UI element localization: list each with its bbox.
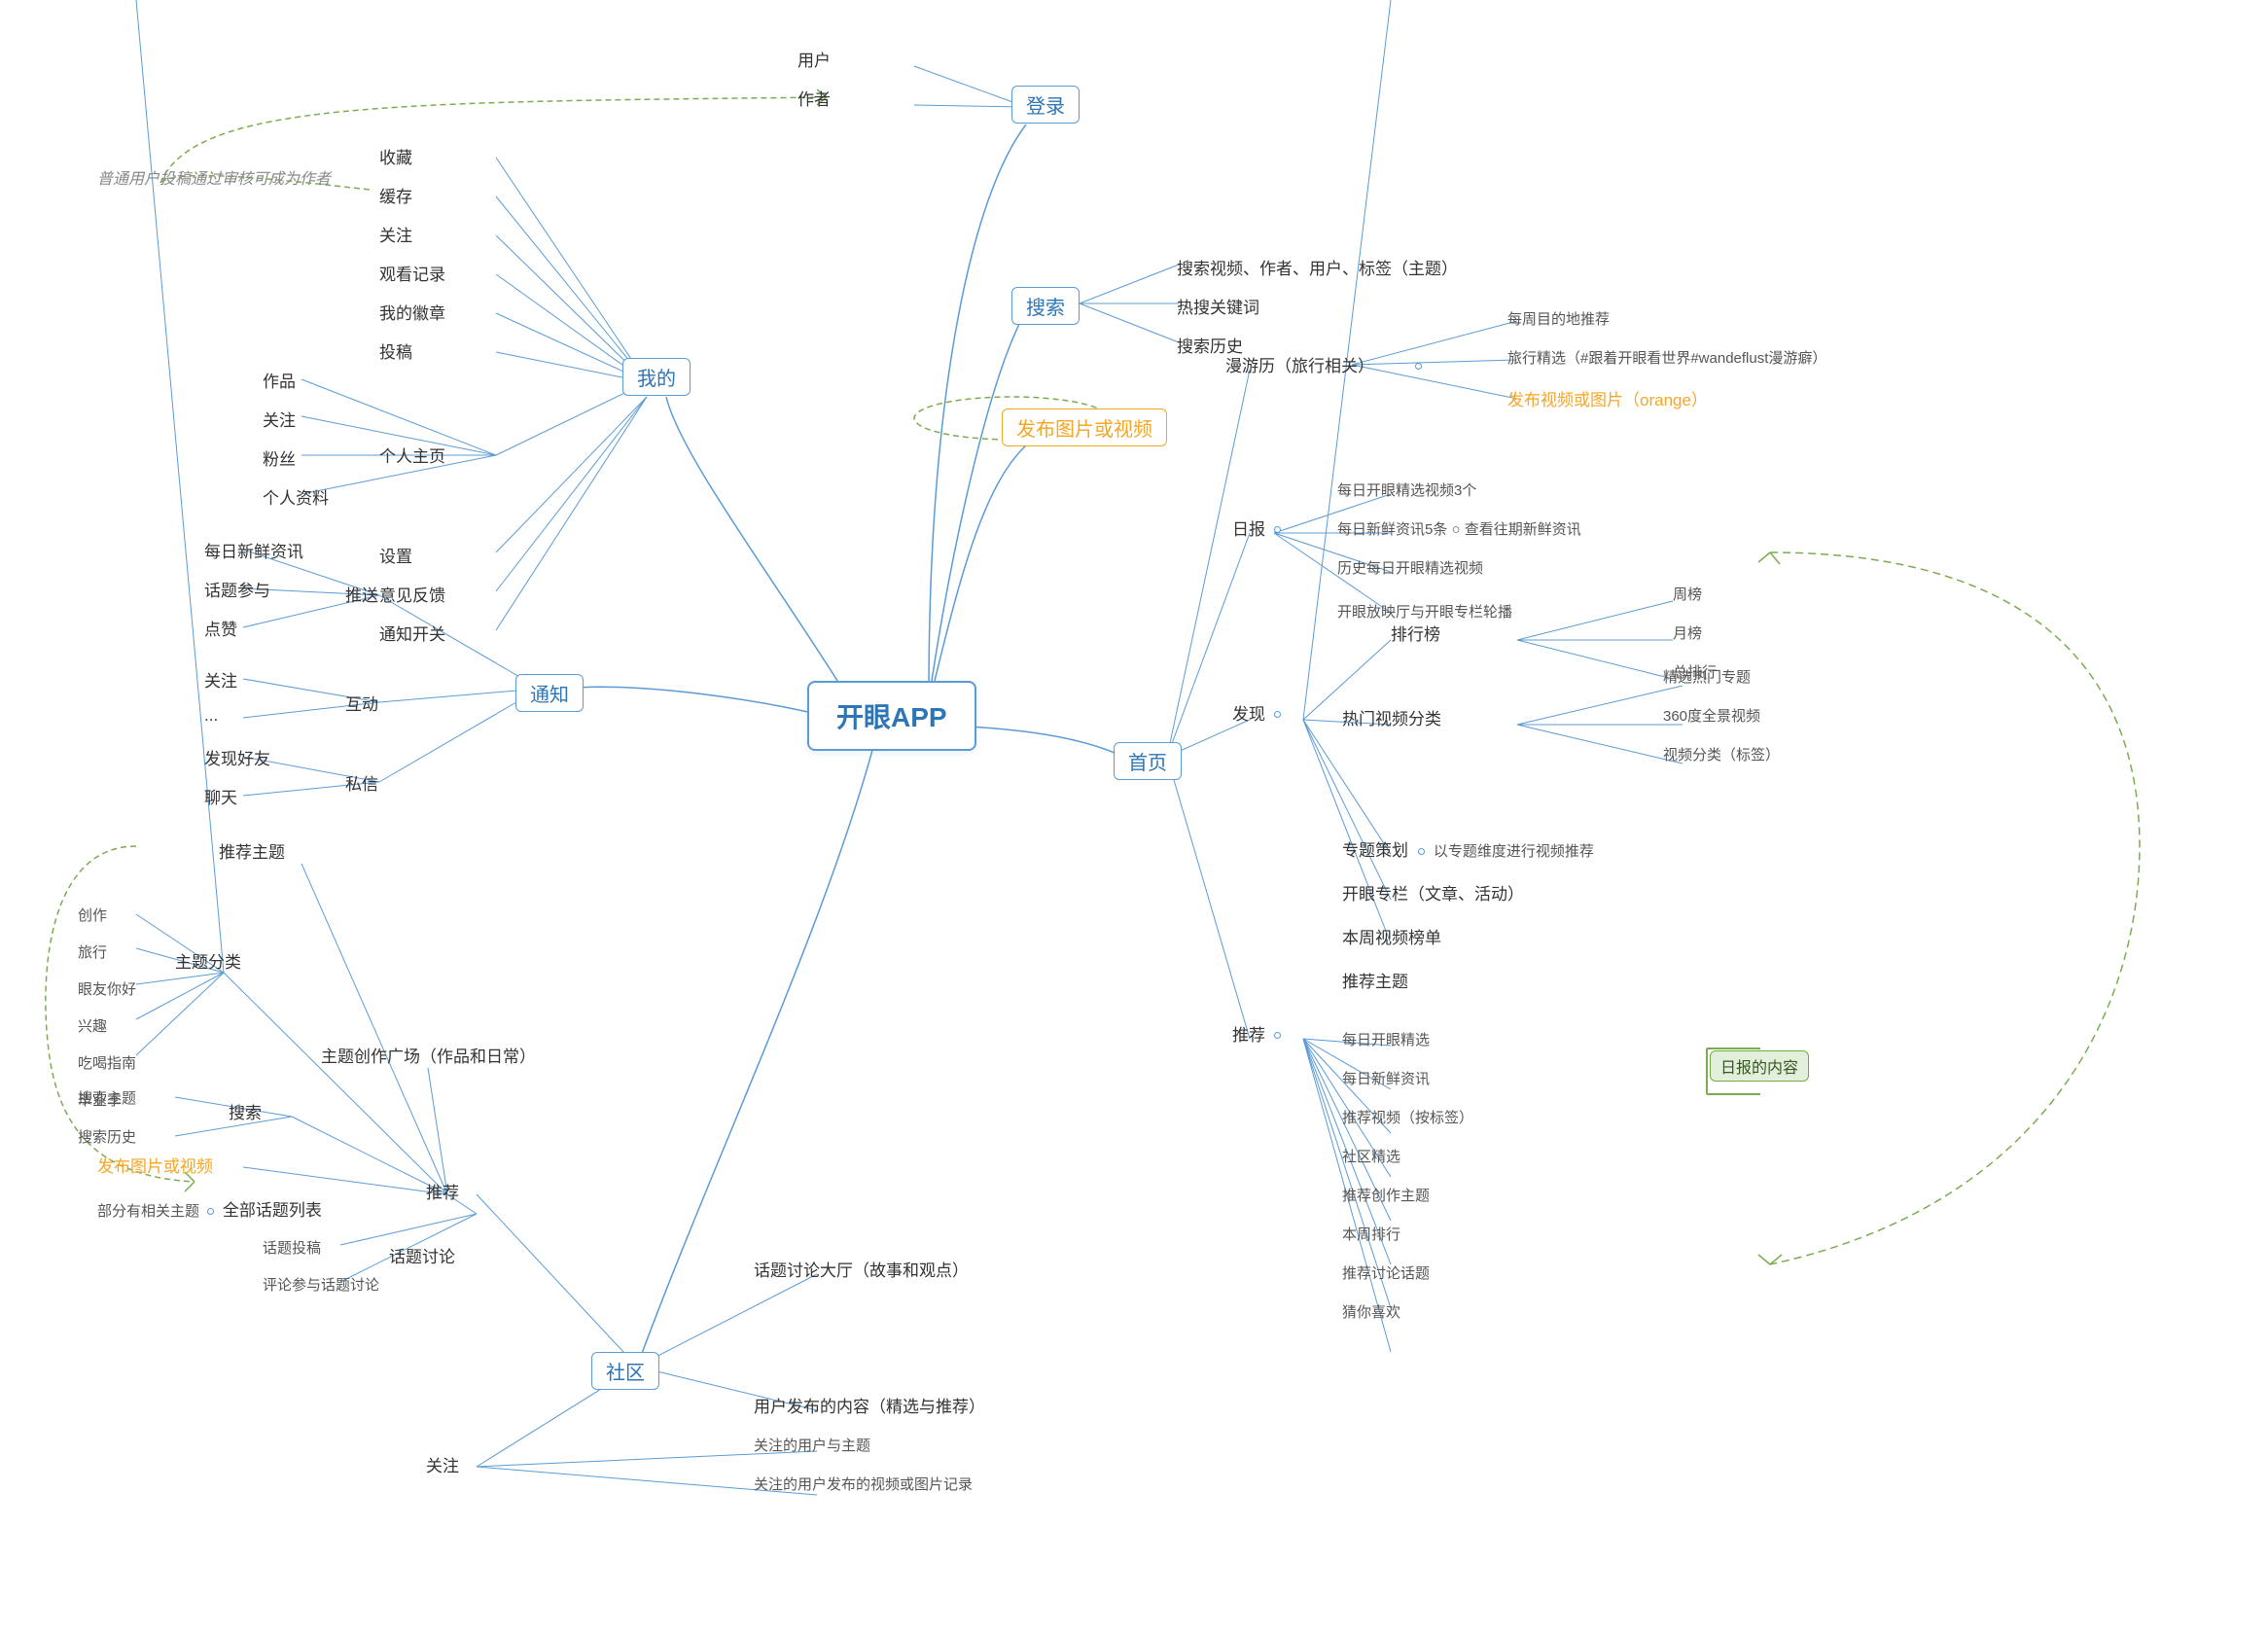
node-discover: 发现 xyxy=(1232,700,1265,725)
node-user: 用户 xyxy=(797,47,831,71)
node-mine: 我的 xyxy=(622,358,691,396)
node-daily-s2: 每日新鲜资讯5条 ○ 查看往期新鲜资讯 xyxy=(1337,518,1581,539)
node-dm: 私信 xyxy=(345,770,378,795)
node-hot-category: 热门视频分类 xyxy=(1342,705,1441,729)
node-settings: 设置 xyxy=(379,543,412,567)
center-node: 开眼APP xyxy=(807,681,976,751)
node-follow: 关注 xyxy=(379,222,412,246)
node-all-topics: 部分有相关主题 全部话题列表 xyxy=(97,1196,322,1221)
node-monthly: 月榜 xyxy=(1673,622,1702,643)
node-notify: 通知 xyxy=(515,674,584,712)
node-theme-s1: 创作 xyxy=(78,905,107,925)
node-left-topic-title: 推荐主题 xyxy=(219,838,285,863)
node-theme-s2: 旅行 xyxy=(78,941,107,962)
node-theme-s3: 眼友你好 xyxy=(78,978,136,999)
node-search: 搜索 xyxy=(1011,287,1080,325)
node-topic-submit: 话题投稿 xyxy=(263,1237,321,1258)
node-topic-discuss: 话题讨论 xyxy=(389,1243,455,1267)
node-comm-search-s1: 搜索主题 xyxy=(78,1087,136,1108)
node-rec-s7: 推荐讨论话题 xyxy=(1342,1262,1430,1283)
node-home: 首页 xyxy=(1114,742,1182,780)
node-push-s3: 点赞 xyxy=(204,616,237,640)
node-rec-s3: 推荐视频（按标签） xyxy=(1342,1107,1473,1127)
node-fans: 粉丝 xyxy=(263,445,296,470)
node-recommend-dot xyxy=(1274,1027,1285,1045)
node-create-plaza: 主题创作广场（作品和日常） xyxy=(321,1043,536,1067)
node-hot-s3: 视频分类（标签） xyxy=(1663,744,1780,764)
node-column: 开眼专栏（文章、活动） xyxy=(1342,880,1524,905)
connections-svg xyxy=(0,0,2268,1634)
node-daily: 日报 xyxy=(1232,515,1265,540)
node-publish1: 发布图片或视频 xyxy=(1002,408,1167,446)
node-theme-category: 主题分类 xyxy=(175,948,241,973)
node-daily-s1: 每日开眼精选视频3个 xyxy=(1337,480,1476,500)
node-rec-s6: 本周排行 xyxy=(1342,1224,1400,1244)
node-collect: 收藏 xyxy=(379,144,412,168)
node-rec-s2: 每日新鲜资讯 xyxy=(1342,1068,1430,1088)
node-push-s1: 每日新鲜资讯 xyxy=(204,538,303,562)
node-push-s2: 话题参与 xyxy=(204,577,270,601)
node-daily-dot xyxy=(1274,521,1285,539)
note-text: 普通用户投稿通过审核可成为作者 xyxy=(97,165,331,189)
node-works: 作品 xyxy=(263,368,296,392)
node-watchhistory: 观看记录 xyxy=(379,261,445,285)
node-hot-s1: 精选热门专题 xyxy=(1663,666,1751,687)
node-login: 登录 xyxy=(1011,86,1080,124)
node-comm-search: 搜索 xyxy=(229,1099,262,1123)
node-topic-hall: 话题讨论大厅（故事和观点） xyxy=(754,1257,969,1281)
daily-badge: 日报的内容 xyxy=(1710,1050,1809,1082)
node-follow2: 关注 xyxy=(263,407,296,431)
node-topic-plan: 专题策划 以专题维度进行视频推荐 xyxy=(1342,836,1594,861)
node-interact-s2: ... xyxy=(204,706,218,726)
node-badge: 我的徽章 xyxy=(379,300,445,324)
node-theme-s4: 兴趣 xyxy=(78,1015,107,1036)
node-travel-s3: 发布视频或图片（orange） xyxy=(1507,386,1708,410)
node-interact: 互动 xyxy=(345,691,378,715)
node-search-c2: 热搜关键词 xyxy=(1177,294,1259,318)
node-recommend: 推荐 xyxy=(1232,1021,1265,1046)
node-notify-toggle: 通知开关 xyxy=(379,621,445,645)
node-dm-s1: 发现好友 xyxy=(204,745,270,769)
node-dm-s2: 聊天 xyxy=(204,784,237,808)
node-daily-s4: 开眼放映厅与开眼专栏轮播 xyxy=(1337,601,1512,622)
node-theme-s5: 吃喝指南 xyxy=(78,1052,136,1073)
node-ranking: 排行榜 xyxy=(1391,621,1440,645)
node-follow-s1: 关注的用户与主题 xyxy=(754,1435,870,1455)
node-topic-comment: 评论参与话题讨论 xyxy=(263,1274,379,1295)
node-discover-dot xyxy=(1274,706,1285,724)
node-daily-s3: 历史每日开眼精选视频 xyxy=(1337,557,1483,578)
node-author: 作者 xyxy=(797,86,831,110)
node-travel-dot xyxy=(1415,358,1426,375)
node-travel-s1: 每周目的地推荐 xyxy=(1507,308,1610,329)
node-comm-search-s2: 搜索历史 xyxy=(78,1126,136,1147)
node-push: 推送 xyxy=(345,582,378,606)
mindmap-canvas: 开眼APP 登录 用户 作者 我的 收藏 缓存 关注 观看记录 我的徽章 投稿 … xyxy=(0,0,2268,1634)
node-interact-s1: 关注 xyxy=(204,667,237,692)
node-weekly: 周榜 xyxy=(1673,584,1702,604)
node-travel-s2: 旅行精选（#跟着开眼看世界#wandeflust漫游癖） xyxy=(1507,347,1826,368)
node-rec-topic: 推荐主题 xyxy=(1342,968,1408,992)
node-community: 社区 xyxy=(591,1352,659,1390)
node-travel: 漫游历（旅行相关） xyxy=(1225,352,1374,376)
node-rec-s1: 每日开眼精选 xyxy=(1342,1029,1430,1049)
node-follow-s2: 关注的用户发布的视频或图片记录 xyxy=(754,1474,973,1494)
node-profile: 个人主页 xyxy=(379,443,445,467)
node-cache: 缓存 xyxy=(379,183,412,207)
node-userinfo: 个人资料 xyxy=(263,484,329,509)
node-week-list: 本周视频榜单 xyxy=(1342,924,1441,948)
node-search-c1: 搜索视频、作者、用户、标签（主题） xyxy=(1177,255,1458,279)
node-comm-follow: 关注 xyxy=(426,1452,459,1476)
node-rec-s5: 推荐创作主题 xyxy=(1342,1185,1430,1205)
node-hot-s2: 360度全景视频 xyxy=(1663,705,1760,726)
node-feedback: 意见反馈 xyxy=(379,582,445,606)
node-user-content: 用户发布的内容（精选与推荐） xyxy=(754,1393,985,1417)
node-rec-s4: 社区精选 xyxy=(1342,1146,1400,1166)
node-publish2: 发布图片或视频 xyxy=(97,1153,213,1177)
node-comm-recommend: 推荐 xyxy=(426,1179,459,1203)
node-submit: 投稿 xyxy=(379,338,412,363)
node-rec-s8: 猜你喜欢 xyxy=(1342,1301,1400,1322)
